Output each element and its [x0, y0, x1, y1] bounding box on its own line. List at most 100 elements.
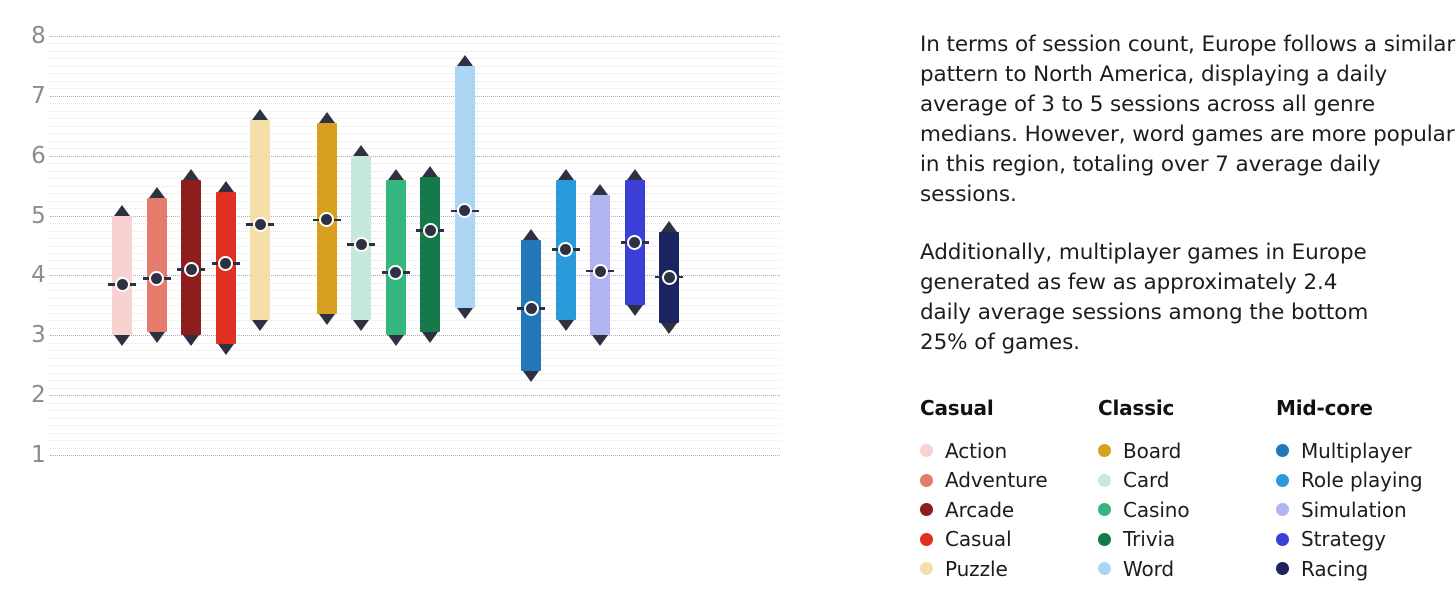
commentary-paragraph-1: In terms of session count, Europe follow…	[920, 32, 1456, 207]
legend-item-label: Racing	[1301, 556, 1369, 581]
legend-color-dot-icon	[1276, 503, 1289, 517]
upper-whisker-triangle-icon	[114, 204, 130, 216]
range-bar[interactable]	[655, 20, 683, 460]
legend-color-dot-icon	[1098, 503, 1111, 517]
range-bar[interactable]	[347, 20, 375, 460]
chart-page: 1 2 3 4 5 6 7 8 In terms of session count, Euro…	[0, 0, 1456, 606]
lower-whisker-triangle-icon	[217, 344, 234, 356]
legend-color-dot-icon	[920, 503, 933, 517]
median-marker[interactable]	[114, 276, 130, 292]
legend-item-label: Strategy	[1301, 527, 1386, 552]
legend-item[interactable]: Racing	[1276, 554, 1456, 584]
legend-item-label: Simulation	[1301, 497, 1407, 522]
legend-color-dot-icon	[1098, 473, 1111, 487]
median-marker[interactable]	[353, 236, 369, 252]
range-bar[interactable]	[551, 20, 580, 460]
legend-group-title: Mid-core	[1276, 396, 1373, 420]
range-bar[interactable]	[177, 20, 205, 460]
range-bar[interactable]	[620, 20, 649, 460]
range-bar[interactable]	[450, 20, 479, 460]
lower-whisker-triangle-icon	[422, 332, 438, 344]
range-bar[interactable]	[142, 20, 171, 460]
legend-color-dot-icon	[1276, 532, 1289, 546]
legend-item[interactable]: Action	[920, 436, 1098, 466]
range-bar[interactable]	[586, 20, 614, 460]
legend-item[interactable]: Word	[1098, 554, 1276, 584]
range-bar[interactable]	[312, 20, 341, 460]
bar-body	[181, 179, 201, 336]
median-marker[interactable]	[252, 217, 268, 233]
legend-item[interactable]: Arcade	[920, 495, 1098, 525]
chart-legend: Casual Action Adventure Arcade Casual Puzzle C…	[920, 396, 1456, 584]
legend-column: Mid-core Multiplayer Role playing Simulatio…	[1276, 396, 1456, 584]
legend-item-label: Role playing	[1301, 468, 1423, 493]
legend-item[interactable]: Role playing	[1276, 466, 1456, 496]
legend-item-label: Casino	[1123, 497, 1190, 522]
legend-item[interactable]: Puzzle	[920, 554, 1098, 584]
range-bar[interactable]	[517, 20, 545, 460]
upper-whisker-triangle-icon	[217, 180, 234, 192]
legend-color-dot-icon	[920, 562, 933, 576]
y-axis-tick-label: 5	[31, 202, 46, 229]
legend-item[interactable]: Adventure	[920, 466, 1098, 496]
lower-whisker-triangle-icon	[114, 335, 130, 347]
median-marker[interactable]	[661, 269, 677, 285]
median-marker[interactable]	[627, 235, 642, 250]
y-axis-tick-label: 8	[31, 23, 46, 49]
lower-whisker-triangle-icon	[183, 335, 199, 347]
legend-item-label: Casual	[945, 527, 1012, 552]
legend-column: Classic Board Card Casino Trivia Word	[1098, 396, 1276, 584]
upper-whisker-triangle-icon	[353, 144, 369, 156]
lower-whisker-triangle-icon	[456, 308, 473, 320]
median-marker[interactable]	[592, 263, 608, 279]
bar-body	[420, 176, 440, 333]
legend-item[interactable]: Board	[1098, 436, 1276, 466]
legend-color-dot-icon	[1276, 444, 1289, 458]
legend-color-dot-icon	[920, 532, 933, 546]
legend-item[interactable]: Casual	[920, 525, 1098, 555]
legend-item-label: Trivia	[1123, 527, 1176, 552]
median-marker[interactable]	[388, 264, 403, 280]
range-bar[interactable]	[211, 20, 240, 460]
legend-item[interactable]: Trivia	[1098, 525, 1276, 555]
legend-item-label: Adventure	[945, 468, 1048, 493]
upper-whisker-triangle-icon	[148, 186, 165, 198]
bar-body	[112, 215, 132, 336]
legend-item[interactable]: Strategy	[1276, 525, 1456, 555]
legend-item[interactable]: Casino	[1098, 495, 1276, 525]
lower-whisker-triangle-icon	[592, 335, 608, 347]
plot-area: 1 2 3 4 5 6 7 8	[31, 20, 780, 468]
upper-whisker-triangle-icon	[592, 183, 608, 195]
legend-color-dot-icon	[1276, 562, 1289, 576]
lower-whisker-triangle-icon	[626, 305, 643, 317]
upper-whisker-triangle-icon	[252, 108, 268, 120]
y-axis-tick-label: 4	[31, 262, 46, 289]
range-bar[interactable]	[108, 20, 136, 460]
legend-color-dot-icon	[1098, 444, 1111, 458]
legend-item[interactable]: Simulation	[1276, 495, 1456, 525]
y-axis-tick-label: 2	[31, 382, 46, 409]
bar-body	[146, 197, 167, 333]
legend-item[interactable]: Card	[1098, 466, 1276, 496]
legend-item-label: Action	[945, 438, 1008, 463]
upper-whisker-triangle-icon	[183, 168, 199, 180]
upper-whisker-triangle-icon	[661, 221, 677, 233]
median-marker[interactable]	[183, 261, 199, 277]
lower-whisker-triangle-icon	[148, 332, 165, 344]
lower-whisker-triangle-icon	[523, 371, 539, 383]
legend-item[interactable]: Multiplayer	[1276, 436, 1456, 466]
lower-whisker-triangle-icon	[557, 320, 574, 332]
median-marker[interactable]	[218, 255, 233, 271]
median-marker[interactable]	[422, 223, 438, 239]
range-bar[interactable]	[246, 20, 274, 460]
range-bar[interactable]	[416, 20, 444, 460]
bar-body	[385, 179, 406, 336]
median-marker[interactable]	[523, 300, 539, 316]
range-bar[interactable]	[381, 20, 410, 460]
legend-item-label: Multiplayer	[1301, 438, 1412, 463]
lower-whisker-triangle-icon	[353, 320, 369, 332]
median-marker[interactable]	[149, 270, 164, 286]
upper-whisker-triangle-icon	[318, 111, 335, 123]
upper-whisker-triangle-icon	[456, 54, 473, 66]
upper-whisker-triangle-icon	[523, 228, 539, 240]
